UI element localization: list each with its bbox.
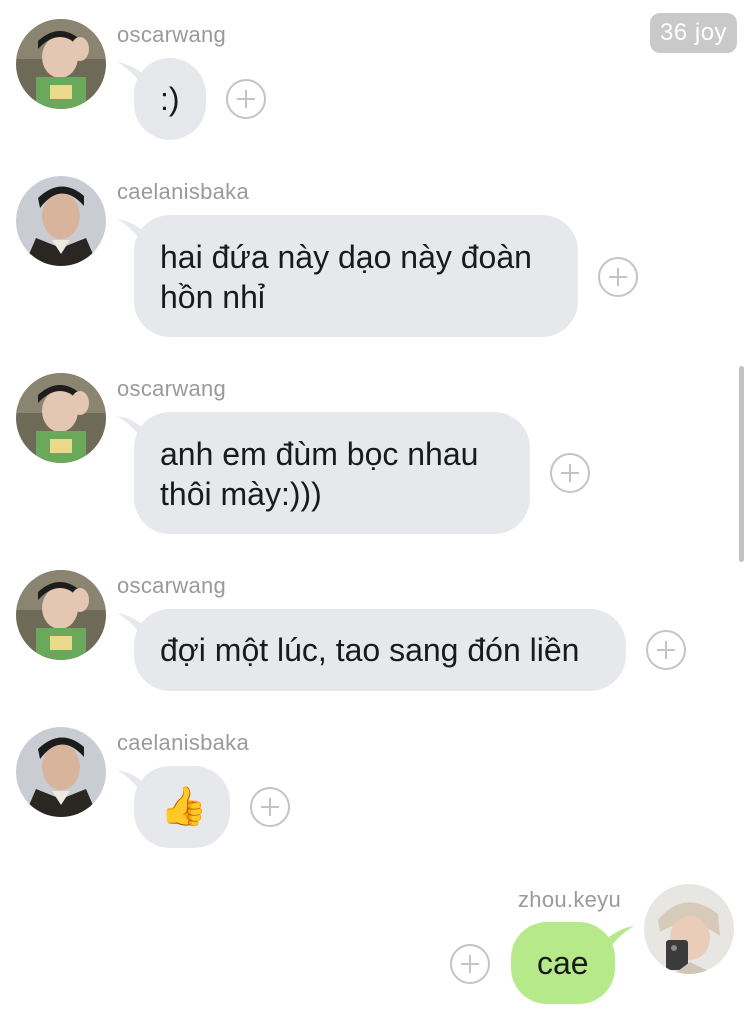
message-bubble[interactable]: đợi một lúc, tao sang đón liền [134, 609, 626, 691]
message-text: :) [160, 81, 180, 117]
avatar-zhou-keyu[interactable] [644, 884, 734, 974]
message-bubble[interactable]: 👍 [134, 766, 230, 848]
message-text-line: thôi mày:))) [160, 476, 322, 512]
sender-name: caelanisbaka [117, 179, 250, 204]
chat-screen: 36 joy oscarwang :) caelanisbaka hai đứa… [0, 0, 750, 1026]
scrollbar[interactable] [739, 366, 744, 562]
add-reaction-icon[interactable] [226, 79, 266, 119]
add-reaction-icon[interactable] [550, 453, 590, 493]
message-text: cae [537, 945, 589, 981]
sender-name: oscarwang [117, 22, 227, 47]
message-text: đợi một lúc, tao sang đón liền [160, 632, 580, 668]
message-bubble[interactable]: :) [134, 58, 206, 140]
message-bubble[interactable]: anh em đùm bọc nhau thôi mày:))) [134, 412, 530, 534]
message-text-line: hồn nhỉ [160, 279, 265, 315]
message-bubble-outgoing[interactable]: cae [511, 922, 615, 1004]
add-reaction-icon[interactable] [646, 630, 686, 670]
add-reaction-icon[interactable] [598, 257, 638, 297]
avatar-oscarwang[interactable] [16, 373, 106, 463]
sender-name: oscarwang [117, 573, 227, 598]
avatar-oscarwang[interactable] [16, 570, 106, 660]
unread-count-badge[interactable]: 36 joy [650, 13, 738, 53]
avatar-oscarwang[interactable] [16, 19, 106, 109]
sender-name: oscarwang [117, 376, 227, 401]
message-bubble[interactable]: hai đứa này dạo này đoàn hồn nhỉ [134, 215, 578, 337]
add-reaction-icon[interactable] [250, 787, 290, 827]
add-reaction-icon[interactable] [450, 944, 490, 984]
message-text-line: anh em đùm bọc nhau [160, 436, 479, 472]
avatar-caelanisbaka[interactable] [16, 727, 106, 817]
thumbs-up-icon: 👍 [160, 786, 208, 828]
message-text-line: hai đứa này dạo này đoàn [160, 239, 532, 275]
avatar-caelanisbaka[interactable] [16, 176, 106, 266]
sender-name: caelanisbaka [117, 730, 250, 755]
sender-name: zhou.keyu [518, 887, 621, 912]
